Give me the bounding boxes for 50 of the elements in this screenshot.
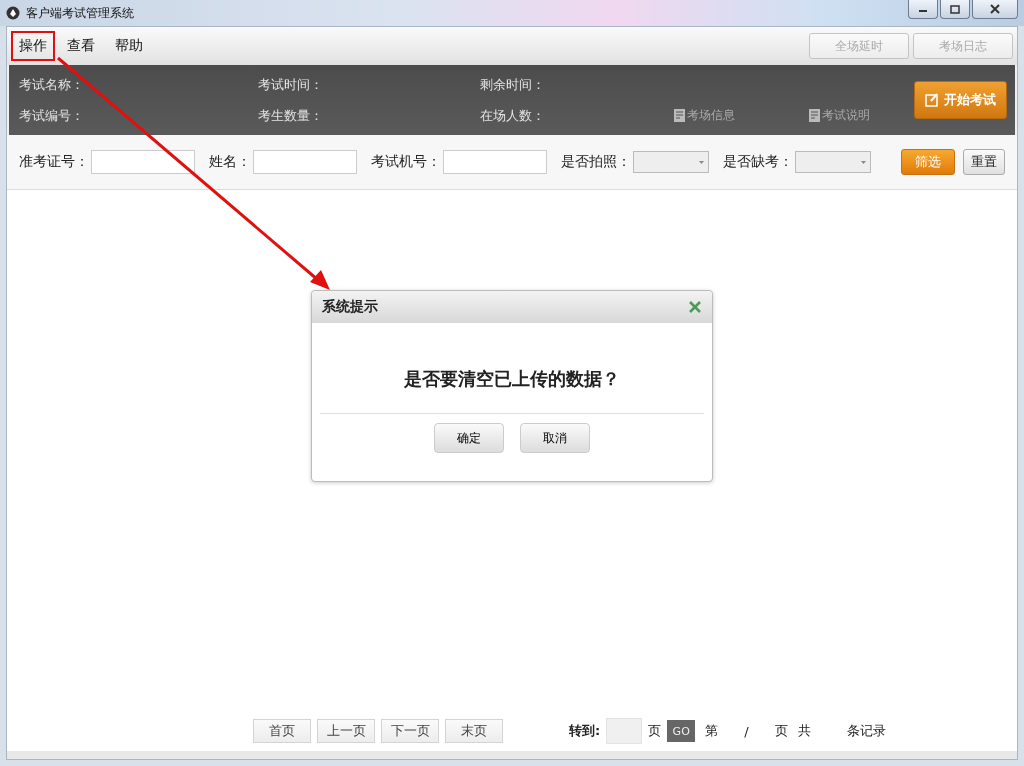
- page-status-text: 页: [774, 722, 788, 740]
- caret-icon: [699, 160, 704, 164]
- dialog-button[interactable]: 确定: [434, 423, 504, 453]
- page-unit: 页: [648, 722, 662, 740]
- filter-label: 准考证号：: [19, 153, 89, 171]
- minimize-button[interactable]: [908, 0, 938, 19]
- page-button[interactable]: 末页: [445, 719, 503, 743]
- page-status-text: 共: [797, 722, 811, 740]
- text-field[interactable]: [91, 150, 195, 174]
- info-label: 考试编号：: [19, 106, 85, 125]
- maximize-button[interactable]: [940, 0, 970, 19]
- dialog-message: 是否要清空已上传的数据？: [403, 367, 621, 391]
- maximize-icon: [950, 4, 960, 14]
- filter-label: 姓名：: [209, 153, 251, 171]
- filter-label: 考试机号：: [371, 153, 441, 171]
- close-icon[interactable]: [688, 300, 702, 314]
- filter-label: 是否拍照：: [561, 153, 631, 171]
- text-field[interactable]: [253, 150, 357, 174]
- info-label: 考试时间：: [258, 75, 324, 94]
- go-button[interactable]: GO: [667, 720, 696, 742]
- info-label: 在场人数：: [480, 106, 546, 125]
- dropdown[interactable]: [633, 151, 709, 173]
- page-button[interactable]: 首页: [253, 719, 311, 743]
- caret-icon: [861, 160, 866, 164]
- document-icon: [674, 109, 685, 122]
- close-icon: [990, 4, 1000, 14]
- close-button[interactable]: [972, 0, 1018, 19]
- filter-label: 是否缺考：: [723, 153, 793, 171]
- window-title: 客户端考试管理系统: [26, 4, 135, 22]
- menu-item[interactable]: 查看: [59, 31, 103, 61]
- reset-button[interactable]: 重置: [962, 149, 1005, 175]
- dialog-title: 系统提示: [322, 298, 379, 316]
- text-field[interactable]: [443, 150, 547, 174]
- edit-icon: [925, 93, 939, 107]
- app-icon: [6, 6, 20, 20]
- info-label: 考试名称：: [19, 75, 85, 94]
- menu-item[interactable]: 操作: [11, 31, 55, 61]
- page-button[interactable]: 下一页: [381, 719, 439, 743]
- page-status-text: 条记录: [846, 722, 886, 740]
- info-label: 考生数量：: [258, 106, 324, 125]
- document-icon: [809, 109, 820, 122]
- page-status-text: 第: [705, 722, 719, 740]
- menu-item[interactable]: 帮助: [107, 31, 151, 61]
- page-input[interactable]: [606, 718, 643, 744]
- goto-label: 转到:: [569, 722, 601, 740]
- info-label: 剩余时间：: [480, 75, 546, 94]
- page-button[interactable]: 上一页: [317, 719, 375, 743]
- page-status-text: /: [744, 723, 749, 739]
- dialog-button[interactable]: 取消: [520, 423, 590, 453]
- dropdown[interactable]: [795, 151, 871, 173]
